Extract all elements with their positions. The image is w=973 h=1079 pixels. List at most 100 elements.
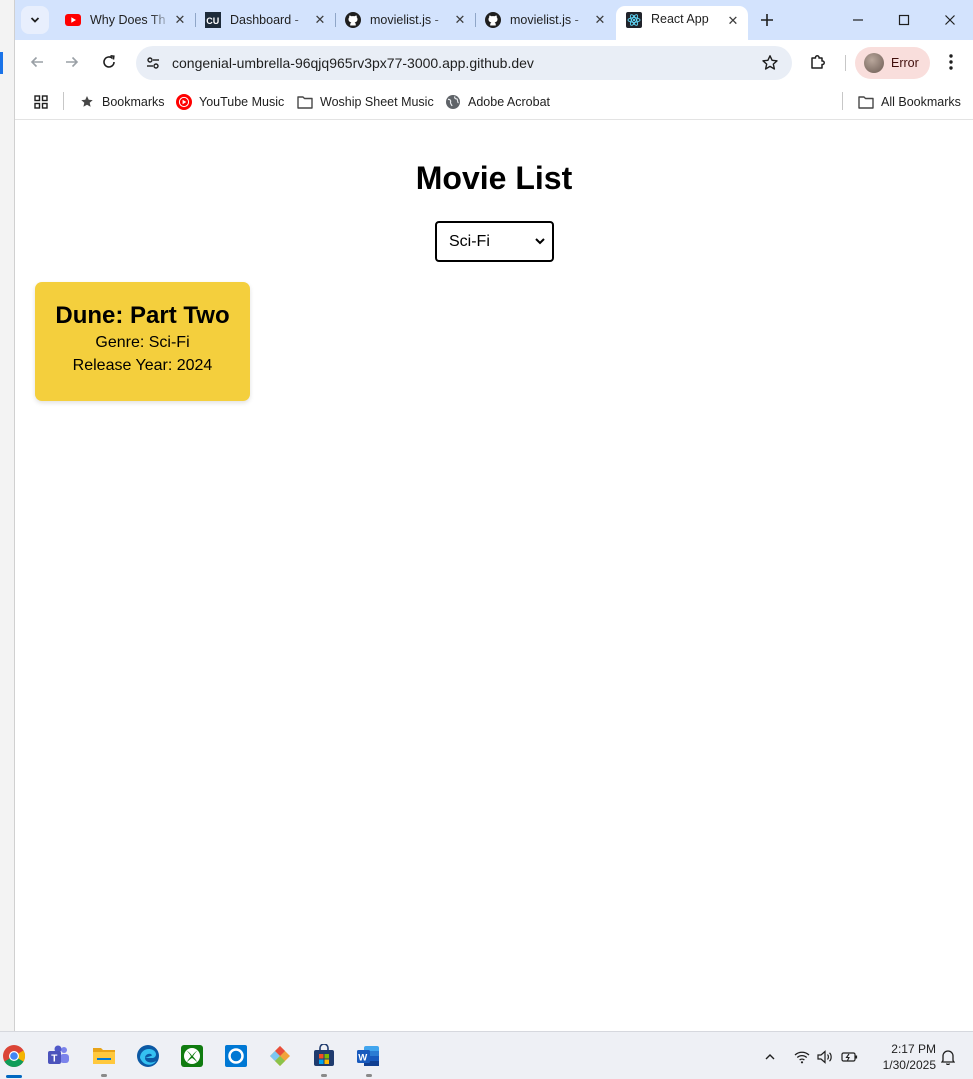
bookmark-label: Bookmarks (102, 95, 165, 109)
reload-icon (103, 55, 115, 68)
tab-dashboard[interactable]: CU Dashboard - ✕ (195, 6, 336, 34)
svg-text:W: W (358, 1052, 367, 1063)
movie-card: Dune: Part Two Genre: Sci-Fi Release Yea… (35, 282, 250, 401)
globe-icon (445, 94, 461, 110)
battery-charging-icon (841, 1052, 858, 1062)
minimize-button[interactable] (846, 8, 870, 32)
wifi-button[interactable] (793, 1048, 811, 1066)
forward-button[interactable] (59, 49, 85, 75)
maximize-icon (898, 14, 910, 26)
bookmark-woship-sheet-music[interactable]: Woship Sheet Music (297, 92, 434, 112)
web-page: Movie List Sci-Fi Dune: Part Two Genre: … (15, 121, 973, 1031)
genre-select-value: Sci-Fi (449, 232, 490, 250)
chevron-down-icon (30, 17, 40, 23)
bookmark-youtube-music[interactable]: YouTube Music (176, 92, 284, 112)
teams-icon: T (48, 1045, 69, 1065)
movie-title: Dune: Part Two (55, 302, 230, 329)
tab-title: React App (651, 12, 709, 26)
address-bar[interactable]: congenial-umbrella-96qjq965rv3px77-3000.… (136, 46, 792, 80)
tab-title: Dashboard - (230, 13, 299, 27)
cortana-icon (225, 1045, 247, 1067)
arrow-left-icon (30, 56, 43, 68)
github-icon (485, 12, 501, 28)
tab-movielist-1[interactable]: movielist.js - ✕ (335, 6, 476, 34)
battery-button[interactable] (841, 1048, 859, 1066)
tab-movielist-2[interactable]: movielist.js - ✕ (475, 6, 615, 34)
star-icon (79, 94, 95, 110)
folder-icon (297, 94, 313, 110)
show-hidden-icons-button[interactable] (761, 1048, 779, 1066)
volume-icon (817, 1050, 832, 1064)
browser-menu-button[interactable] (941, 52, 961, 72)
movie-release-year: Release Year: 2024 (72, 357, 213, 374)
taskbar-store[interactable] (311, 1043, 337, 1069)
reload-button[interactable] (96, 49, 122, 75)
system-clock[interactable]: 2:17 PM 1/30/2025 (870, 1041, 936, 1073)
minimize-icon (853, 19, 863, 21)
taskbar-file-explorer[interactable] (91, 1043, 117, 1069)
close-icon[interactable]: ✕ (451, 11, 469, 29)
clock-time: 2:17 PM (891, 1042, 936, 1056)
tab-title: movielist.js - (370, 13, 439, 27)
bookmark-adobe-acrobat[interactable]: Adobe Acrobat (445, 92, 550, 112)
bookmarks-bar: Bookmarks YouTube Music Woship Sheet Mus… (15, 84, 973, 120)
genre-select[interactable]: Sci-Fi (435, 221, 554, 262)
notifications-button[interactable] (939, 1048, 957, 1066)
maximize-button[interactable] (892, 8, 916, 32)
close-icon[interactable]: ✕ (591, 11, 609, 29)
notification-bell-icon (941, 1050, 955, 1065)
word-icon: W (357, 1046, 379, 1066)
taskbar-edge[interactable] (135, 1043, 161, 1069)
close-icon[interactable]: ✕ (171, 11, 189, 29)
taskbar-git[interactable] (267, 1043, 293, 1069)
tab-title: movielist.js - (510, 13, 579, 27)
svg-text:T: T (51, 1054, 57, 1065)
tab-youtube[interactable]: Why Does Th ✕ (55, 6, 196, 34)
browser-window: Why Does Th ✕ CU Dashboard - ✕ movielist… (15, 0, 973, 1031)
taskbar-word[interactable]: W (355, 1043, 381, 1069)
tab-strip: Why Does Th ✕ CU Dashboard - ✕ movielist… (15, 0, 973, 40)
bookmark-star-icon[interactable] (760, 53, 780, 73)
volume-button[interactable] (816, 1048, 834, 1066)
more-vert-icon (949, 54, 953, 70)
close-window-button[interactable] (938, 8, 962, 32)
git-icon (270, 1046, 290, 1066)
tab-search-button[interactable] (21, 6, 49, 34)
svg-text:CU: CU (206, 16, 219, 26)
taskbar-xbox[interactable] (179, 1043, 205, 1069)
taskbar-chrome[interactable] (1, 1043, 27, 1069)
youtube-icon (65, 12, 81, 28)
taskbar-teams[interactable]: T (46, 1043, 72, 1069)
background-window-edge (0, 0, 15, 1031)
youtube-music-icon (176, 94, 192, 110)
chevron-up-icon (765, 1054, 775, 1060)
apps-grid-icon (34, 95, 48, 109)
all-bookmarks-label: All Bookmarks (881, 95, 961, 109)
all-bookmarks-button[interactable]: All Bookmarks (858, 92, 961, 112)
tab-react-app[interactable]: React App ✕ (616, 6, 748, 40)
wifi-icon (794, 1051, 810, 1064)
back-button[interactable] (24, 49, 50, 75)
tab-title: Why Does Th (90, 13, 166, 27)
bookmark-label: Woship Sheet Music (320, 95, 434, 109)
bookmark-label: Adobe Acrobat (468, 95, 551, 109)
url-text[interactable]: congenial-umbrella-96qjq965rv3px77-3000.… (172, 55, 534, 71)
taskbar: T W 2:17 PM 1/30/2025 (0, 1031, 973, 1079)
site-settings-icon[interactable] (144, 54, 162, 72)
bookmark-label: YouTube Music (199, 95, 285, 109)
close-icon[interactable]: ✕ (724, 12, 742, 30)
file-explorer-icon (93, 1048, 115, 1064)
page-title: Movie List (415, 160, 573, 196)
chrome-icon (3, 1045, 25, 1067)
apps-button[interactable] (33, 92, 49, 112)
new-tab-button[interactable] (756, 9, 778, 31)
extensions-button[interactable] (806, 50, 830, 74)
toolbar-divider (845, 55, 846, 71)
profile-button[interactable]: Error (855, 47, 930, 79)
cu-logo-icon: CU (205, 12, 221, 28)
folder-icon (858, 94, 874, 110)
close-icon[interactable]: ✕ (311, 11, 329, 29)
browser-toolbar: congenial-umbrella-96qjq965rv3px77-3000.… (15, 40, 973, 84)
bookmark-bookmarks[interactable]: Bookmarks (79, 92, 165, 112)
taskbar-cortana[interactable] (223, 1043, 249, 1069)
